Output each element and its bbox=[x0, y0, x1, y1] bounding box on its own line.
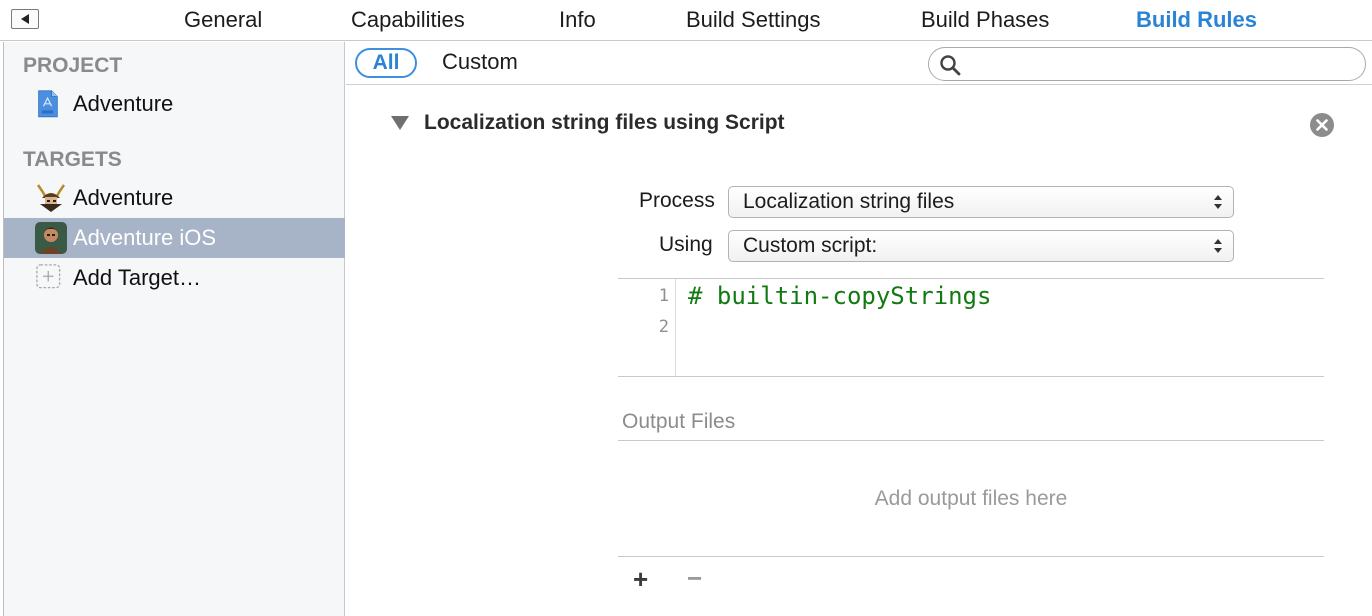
build-rules-filter-bar: All Custom bbox=[346, 42, 1372, 85]
sidebar-item-label: Adventure bbox=[73, 91, 174, 116]
using-label: Using bbox=[659, 233, 713, 256]
search-icon bbox=[940, 55, 961, 76]
popup-arrows-icon bbox=[1214, 239, 1222, 253]
popup-arrows-icon bbox=[1214, 195, 1222, 209]
output-files-placeholder: Add output files here bbox=[874, 487, 1068, 510]
output-files-title: Output Files bbox=[622, 410, 736, 433]
using-value: Custom script: bbox=[743, 234, 878, 257]
line-number: 2 bbox=[658, 317, 669, 337]
tab-build-phases[interactable]: Build Phases bbox=[921, 7, 1049, 33]
character-portrait-icon bbox=[35, 222, 67, 254]
sidebar-item-label: Add Target… bbox=[73, 265, 202, 290]
add-output-file-button[interactable]: + bbox=[633, 564, 648, 595]
process-value: Localization string files bbox=[743, 190, 955, 213]
tab-capabilities[interactable]: Capabilities bbox=[351, 7, 465, 33]
filter-custom-button[interactable]: Custom bbox=[442, 49, 518, 75]
sidebar-item-target-adventure-ios[interactable]: Adventure iOS bbox=[4, 218, 345, 258]
script-editor[interactable]: 1 2 # builtin-copyStrings bbox=[618, 278, 1324, 377]
using-popup[interactable]: Custom script: bbox=[728, 230, 1234, 262]
samurai-helmet-icon bbox=[36, 184, 66, 212]
sidebar-item-project-adventure[interactable]: Adventure bbox=[4, 84, 345, 124]
process-label: Process bbox=[639, 189, 715, 212]
output-files-list[interactable]: Add output files here bbox=[618, 440, 1324, 557]
tab-info[interactable]: Info bbox=[559, 7, 596, 33]
triangle-left-icon bbox=[21, 14, 29, 24]
line-number-gutter: 1 2 bbox=[618, 279, 676, 376]
project-target-sidebar: PROJECT Adventure TARGETS Adventure Adve… bbox=[3, 42, 345, 616]
hide-project-navigator-button[interactable] bbox=[11, 9, 39, 29]
script-line: # builtin-copyStrings bbox=[688, 282, 992, 310]
delete-rule-button[interactable] bbox=[1310, 113, 1334, 137]
tab-build-rules[interactable]: Build Rules bbox=[1136, 7, 1257, 33]
sidebar-item-label: Adventure bbox=[73, 185, 174, 210]
rule-title: Localization string files using Script bbox=[424, 111, 785, 134]
tab-build-settings[interactable]: Build Settings bbox=[686, 7, 821, 33]
disclosure-triangle-icon[interactable] bbox=[391, 116, 409, 130]
build-rule-editor: Localization string files using Script P… bbox=[346, 86, 1372, 616]
editor-tab-bar: General Capabilities Info Build Settings… bbox=[0, 0, 1372, 41]
remove-output-file-button[interactable]: − bbox=[687, 563, 702, 594]
line-number: 1 bbox=[658, 286, 669, 306]
process-popup[interactable]: Localization string files bbox=[728, 186, 1234, 218]
targets-section-header: TARGETS bbox=[23, 148, 122, 171]
tab-general[interactable]: General bbox=[184, 7, 262, 33]
search-input[interactable] bbox=[969, 52, 1349, 76]
sidebar-item-label: Adventure iOS bbox=[73, 225, 217, 250]
search-field[interactable] bbox=[928, 47, 1366, 81]
project-section-header: PROJECT bbox=[23, 54, 123, 77]
xcode-project-file-icon bbox=[38, 90, 58, 118]
sidebar-item-target-adventure[interactable]: Adventure bbox=[4, 178, 345, 218]
close-icon bbox=[1316, 119, 1328, 131]
add-dashed-icon bbox=[36, 264, 61, 289]
add-target-button[interactable]: Add Target… bbox=[4, 258, 345, 298]
filter-all-button[interactable]: All bbox=[355, 48, 417, 78]
